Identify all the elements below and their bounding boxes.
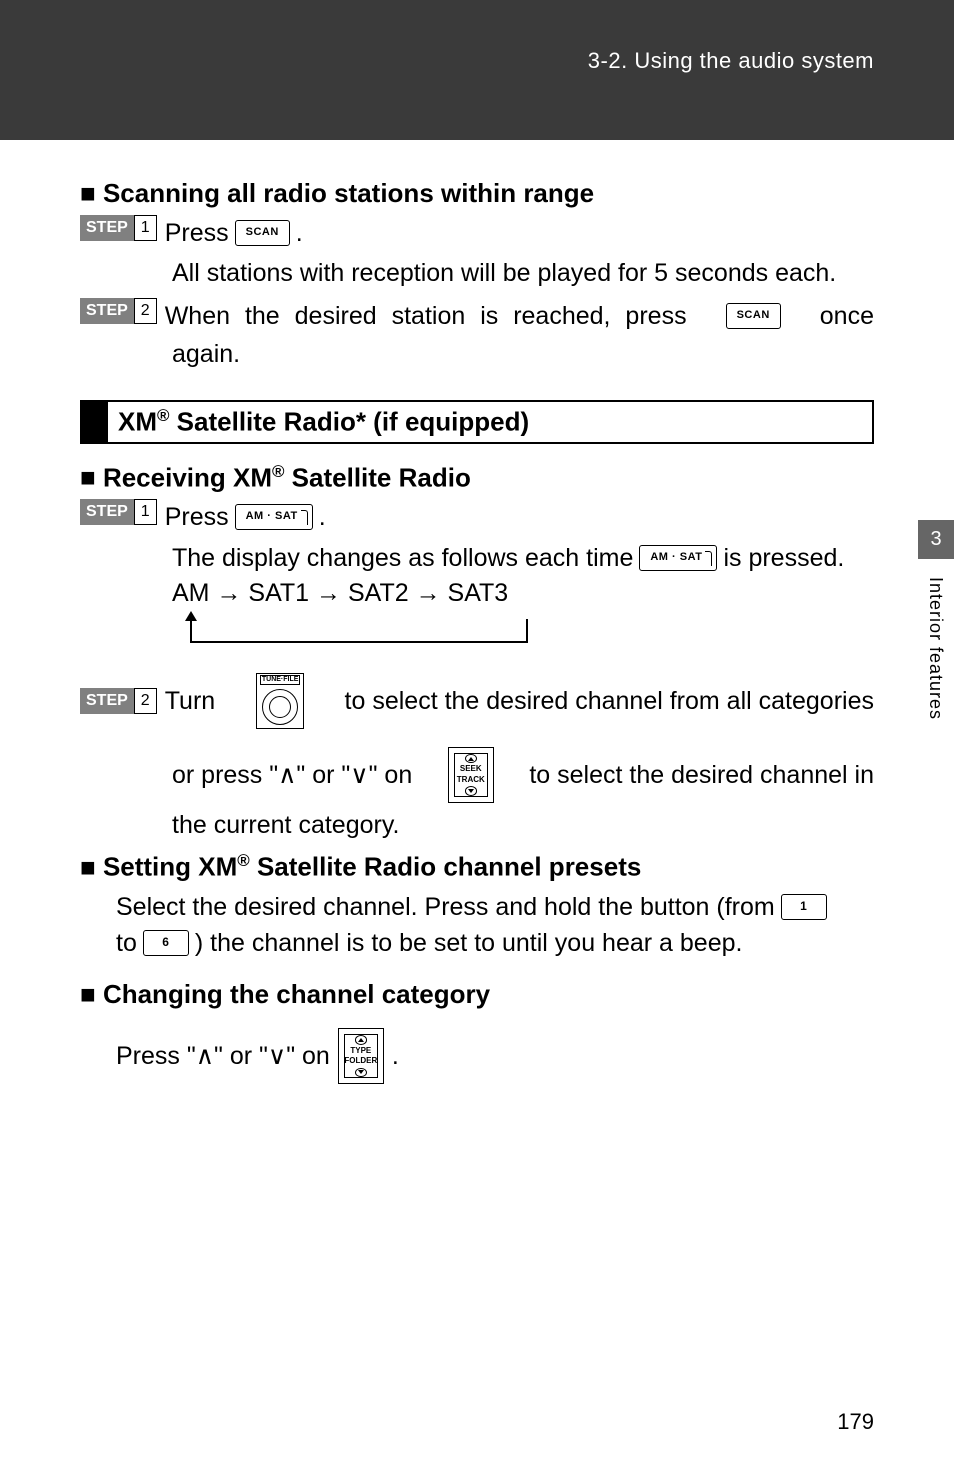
band-sequence: AM → SAT1 → SAT2 → SAT3 [172,576,874,655]
chapter-number: 3 [918,520,954,559]
section-title: XM® Satellite Radio* (if equipped) [108,402,539,442]
amsat-button[interactable]: AM · SAT [639,545,717,571]
presets-line1: Select the desired channel. Press and ho… [116,889,874,925]
section-marker [82,402,108,442]
category-dot: . [392,1038,399,1074]
step-label: STEP [80,499,134,525]
presets-a: Select the desired channel. Press and ho… [116,889,775,925]
chapter-label: Interior features [918,559,953,738]
step2-once: once [820,298,874,334]
amsat-button[interactable]: AM · SAT [235,504,313,530]
section-title-a: XM [118,407,157,437]
category-line: Press "∧" or "∨" on TYPE FOLDER . [116,1028,874,1084]
step-number: 2 [134,688,157,714]
scan-button[interactable]: SCAN [726,303,781,329]
heading-scanning: Scanning all radio stations within range [80,178,874,209]
sequence-text: AM → SAT1 → SAT2 → SAT3 [172,579,508,607]
rstep2-b: to select the desired channel from all c… [345,683,874,719]
type-folder-button[interactable]: TYPE FOLDER [338,1028,384,1084]
step-number: 1 [134,499,157,525]
presets-c: ) the channel is to be set to until you … [195,925,743,961]
reg-mark: ® [272,462,284,481]
tune-file-label: TUNE·FILE [260,675,300,685]
rstep2-e: the current category. [172,807,874,843]
step1-text: Press SCAN . [165,215,874,251]
rstep1-desc-a: The display changes as follows each time [172,540,633,576]
step2-text: When the desired station is reached, pre… [165,298,874,334]
seek-track-button[interactable]: SEEK TRACK [448,747,494,803]
preset-1-button[interactable]: 1 [781,894,827,920]
step-label: STEP [80,215,134,241]
step1-desc: All stations with reception will be play… [172,255,874,291]
presets-b: to [116,925,137,961]
heading-receiving: Receiving XM® Satellite Radio [80,462,874,494]
step-badge: STEP 1 [80,215,157,241]
category-a: Press "∧" or "∨" on [116,1038,330,1074]
sequence-loop-icon [178,613,528,655]
rstep2-c: or press "∧" or "∨" on [172,757,412,793]
rstep2-d: to select the desired channel in [529,757,874,793]
breadcrumb: 3-2. Using the audio system [588,48,874,74]
page-number: 179 [837,1409,874,1435]
scanning-step1: STEP 1 Press SCAN . [80,215,874,251]
step-badge: STEP 1 [80,499,157,525]
rstep1-press: Press [165,499,229,535]
reg-mark: ® [237,851,249,870]
xm-section-bar: XM® Satellite Radio* (if equipped) [80,400,874,444]
side-tab: 3 Interior features [918,520,954,870]
page-content: Scanning all radio stations within range… [0,140,954,1084]
rstep1-desc-b: is pressed. [723,540,844,576]
rstep2-line2: or press "∧" or "∨" on SEEK TRACK to sel… [172,747,874,803]
step-label: STEP [80,298,134,324]
receiving-step1: STEP 1 Press AM · SAT . [80,499,874,535]
step2-again: again. [172,336,874,372]
seek-label-1: SEEK [460,765,482,773]
seek-label-2: TRACK [457,776,485,784]
step2-a: When the desired station is reached, pre… [165,298,687,334]
type-label-2: FOLDER [344,1057,377,1065]
scan-button[interactable]: SCAN [235,220,290,246]
heading-category: Changing the channel category [80,979,874,1010]
heading-receiving-a: Receiving XM [103,462,272,492]
step1-dot: . [296,215,303,251]
tune-file-knob[interactable]: TUNE·FILE [256,673,304,729]
rstep2-turn: Turn [165,683,215,719]
rstep2-line1: Turn TUNE·FILE to select the desired cha… [165,673,874,729]
heading-receiving-b: Satellite Radio [284,462,470,492]
presets-line2: to 6 ) the channel is to be set to until… [116,925,874,961]
scanning-step2: STEP 2 When the desired station is reach… [80,298,874,334]
step1-press: Press [165,215,229,251]
step-label: STEP [80,688,134,714]
rstep1-text: Press AM · SAT . [165,499,874,535]
heading-presets-a: Setting XM [103,852,237,882]
heading-presets-b: Satellite Radio channel presets [250,852,642,882]
type-label-1: TYPE [350,1047,371,1055]
receiving-step2: STEP 2 Turn TUNE·FILE to select the desi… [80,673,874,729]
reg-mark: ® [157,406,169,425]
step-badge: STEP 2 [80,688,157,714]
rstep1-desc: The display changes as follows each time… [172,540,874,576]
step-badge: STEP 2 [80,298,157,324]
section-title-b: Satellite Radio* (if equipped) [169,407,529,437]
heading-presets: Setting XM® Satellite Radio channel pres… [80,851,874,883]
header-band: 3-2. Using the audio system [0,0,954,140]
step-number: 1 [134,215,157,241]
step-number: 2 [134,298,157,324]
rstep1-dot: . [319,499,326,535]
preset-6-button[interactable]: 6 [143,930,189,956]
